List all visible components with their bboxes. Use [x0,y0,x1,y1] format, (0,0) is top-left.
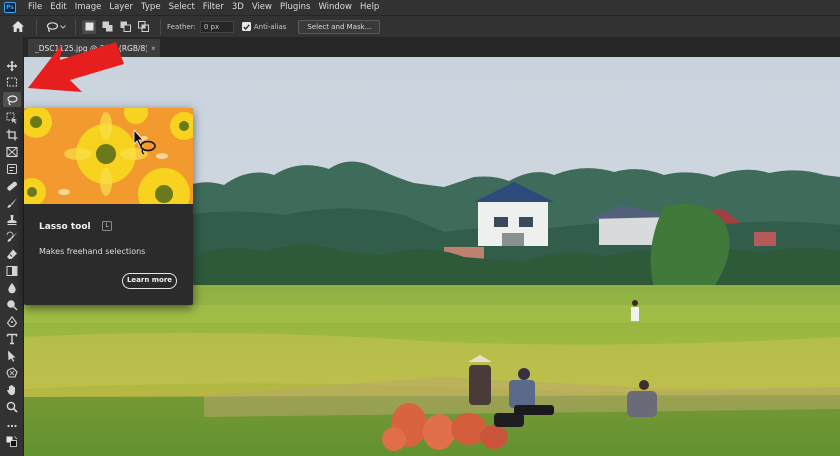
subtract-selection-icon [120,21,131,32]
menu-filter[interactable]: Filter [199,0,228,15]
pen-icon [6,315,18,327]
menu-layer[interactable]: Layer [105,0,137,15]
tooltip-title: Lasso tool [39,222,91,232]
menu-3d[interactable]: 3D [228,0,248,15]
menu-select[interactable]: Select [165,0,199,15]
menu-bar: Ps File Edit Image Layer Type Select Fil… [0,0,840,15]
history-brush-tool[interactable] [3,229,21,244]
blur-icon [8,282,16,293]
divider [75,18,76,35]
lasso-icon [46,21,58,32]
menu-help[interactable]: Help [356,0,383,15]
marquee-icon [6,76,18,87]
add-to-selection-button[interactable] [100,20,114,34]
healing-icon [7,181,18,191]
lasso-tool[interactable] [3,92,21,107]
object-selection-tool[interactable] [3,110,21,125]
chevron-down-icon [60,24,66,29]
gradient-tool[interactable] [3,263,21,278]
document-tab-title: _DSC1125.jpg @ 25% (RGB/8) [35,43,147,53]
stamp-icon [7,214,17,225]
flowers-preview-icon [24,108,193,204]
gradient-icon [6,265,18,276]
divider [36,18,37,35]
type-tool[interactable] [3,331,21,346]
menu-window[interactable]: Window [314,0,356,15]
more-icon [7,424,17,427]
edit-toolbar-button[interactable] [3,418,21,433]
new-selection-icon [85,22,93,31]
dodge-tool[interactable] [3,297,21,312]
menu-edit[interactable]: Edit [46,0,70,15]
menu-plugins[interactable]: Plugins [276,0,314,15]
color-swatches[interactable] [3,434,21,449]
tool-preset-picker[interactable] [43,19,69,35]
dodge-icon [7,299,18,311]
blur-tool[interactable] [3,280,21,295]
checkmark-icon [243,23,250,30]
menu-image[interactable]: Image [71,0,106,15]
add-selection-icon [102,21,112,32]
feather-input[interactable]: 0 px [199,20,234,33]
move-tool[interactable] [3,58,21,73]
menu-file[interactable]: File [24,0,46,15]
object-select-icon [6,112,17,124]
keyboard-shortcut-badge: L [102,221,112,231]
eyedropper-tool[interactable] [3,161,21,176]
divider [160,18,161,35]
close-icon[interactable]: × [151,44,156,53]
brush-icon [7,197,17,208]
anti-alias-checkbox[interactable] [241,22,251,31]
options-bar: Feather: 0 px Anti-alias Select and Mask… [0,15,840,37]
eyedropper-icon [7,163,17,174]
zoom-icon [6,401,18,413]
tooltip-description: Makes freehand selections [39,247,146,256]
swap-colors-icon [6,435,18,447]
crop-icon [6,129,18,140]
learn-more-button[interactable]: Learn more [122,273,177,289]
document-tab[interactable]: _DSC1125.jpg @ 25% (RGB/8) × [28,39,160,57]
tools-panel [0,37,24,456]
tooltip-preview-image [24,108,193,204]
frame-icon [6,146,18,157]
path-selection-tool[interactable] [3,348,21,363]
hand-icon [7,384,15,395]
shape-icon [6,366,18,378]
hand-tool[interactable] [3,382,21,397]
lasso-icon [7,94,18,105]
intersect-selection-icon [137,21,149,32]
photoshop-logo[interactable]: Ps [4,2,16,13]
intersect-selection-button[interactable] [136,20,150,34]
crop-tool[interactable] [3,127,21,142]
home-icon [12,21,24,32]
menu-view[interactable]: View [248,0,276,15]
clone-stamp-tool[interactable] [3,212,21,227]
eraser-icon [7,249,17,259]
path-select-icon [8,350,16,362]
new-selection-button[interactable] [82,19,96,34]
anti-alias-label: Anti-alias [253,22,287,31]
feather-label: Feather: [167,22,196,31]
zoom-tool[interactable] [3,399,21,414]
type-icon [6,333,18,344]
marquee-tool[interactable] [3,74,21,89]
shape-tool[interactable] [3,365,21,380]
brush-tool[interactable] [3,195,21,210]
photoshop-window: Ps File Edit Image Layer Type Select Fil… [0,0,840,456]
menu-type[interactable]: Type [137,0,165,15]
pen-tool[interactable] [3,314,21,329]
move-icon [6,60,18,71]
document-tab-bar: _DSC1125.jpg @ 25% (RGB/8) × [24,37,840,57]
subtract-from-selection-button[interactable] [118,20,132,34]
lasso-tool-tooltip: Lasso tool L Makes freehand selections L… [24,108,193,305]
frame-tool[interactable] [3,144,21,159]
history-brush-icon [6,231,17,242]
home-button[interactable] [6,18,30,36]
select-and-mask-button[interactable]: Select and Mask... [298,19,381,34]
eraser-tool[interactable] [3,246,21,261]
healing-brush-tool[interactable] [3,178,21,193]
